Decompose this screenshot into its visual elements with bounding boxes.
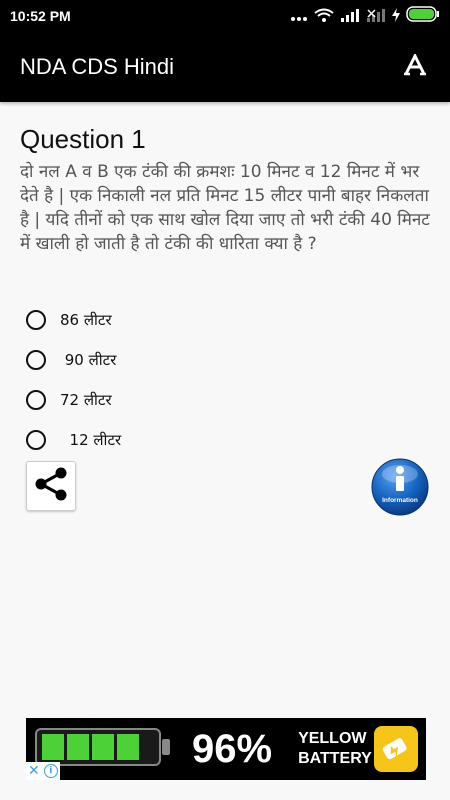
share-button[interactable] bbox=[26, 461, 76, 511]
radio-button[interactable] bbox=[26, 430, 46, 450]
signal-icon bbox=[340, 7, 360, 26]
option-1[interactable]: 86 लीटर bbox=[26, 300, 121, 340]
option-label: 12 लीटर bbox=[60, 431, 122, 449]
no-signal-icon bbox=[366, 7, 386, 26]
ad-brand-line2: BATTERY bbox=[298, 750, 372, 767]
status-time: 10:52 PM bbox=[10, 8, 71, 24]
ad-app-icon bbox=[374, 726, 418, 772]
radio-button[interactable] bbox=[26, 350, 46, 370]
charging-icon bbox=[392, 7, 400, 26]
option-label: 86 लीटर bbox=[60, 311, 112, 329]
battery-icon bbox=[406, 6, 440, 26]
font-size-icon bbox=[404, 52, 426, 80]
option-2[interactable]: 90 लीटर bbox=[26, 340, 121, 380]
app-bar: NDA CDS Hindi bbox=[0, 32, 450, 102]
ad-banner[interactable]: 96% YELLOW BATTERY bbox=[26, 718, 426, 780]
radio-button[interactable] bbox=[26, 310, 46, 330]
question-title: Question 1 bbox=[20, 124, 146, 154]
information-icon: Information bbox=[371, 458, 429, 516]
question-text: दो नल A व B एक टंकी की क्रमशः 10 मिनट व … bbox=[20, 162, 430, 254]
ad-brand: YELLOW BATTERY bbox=[298, 729, 374, 769]
share-icon bbox=[31, 464, 71, 508]
status-icons bbox=[290, 6, 440, 26]
more-dots-icon bbox=[290, 7, 308, 26]
status-bar: 10:52 PM bbox=[0, 0, 450, 32]
font-size-button[interactable] bbox=[400, 52, 430, 82]
option-4[interactable]: 12 लीटर bbox=[26, 420, 121, 460]
radio-button[interactable] bbox=[26, 390, 46, 410]
information-button[interactable]: Information bbox=[370, 457, 430, 517]
close-icon[interactable]: ✕ bbox=[28, 763, 40, 779]
ad-percent: 96% bbox=[192, 726, 273, 771]
app-title: NDA CDS Hindi bbox=[20, 54, 175, 79]
ad-brand-line1: YELLOW bbox=[298, 730, 367, 747]
options-list: 86 लीटर 90 लीटर 72 लीटर 12 लीटर bbox=[26, 300, 121, 460]
option-label: 72 लीटर bbox=[60, 391, 112, 409]
information-label: Information bbox=[382, 497, 418, 504]
option-3[interactable]: 72 लीटर bbox=[26, 380, 121, 420]
ad-choices[interactable]: ✕ i bbox=[26, 762, 60, 780]
wifi-icon bbox=[314, 7, 334, 26]
option-label: 90 लीटर bbox=[60, 351, 117, 369]
info-icon[interactable]: i bbox=[43, 764, 58, 778]
